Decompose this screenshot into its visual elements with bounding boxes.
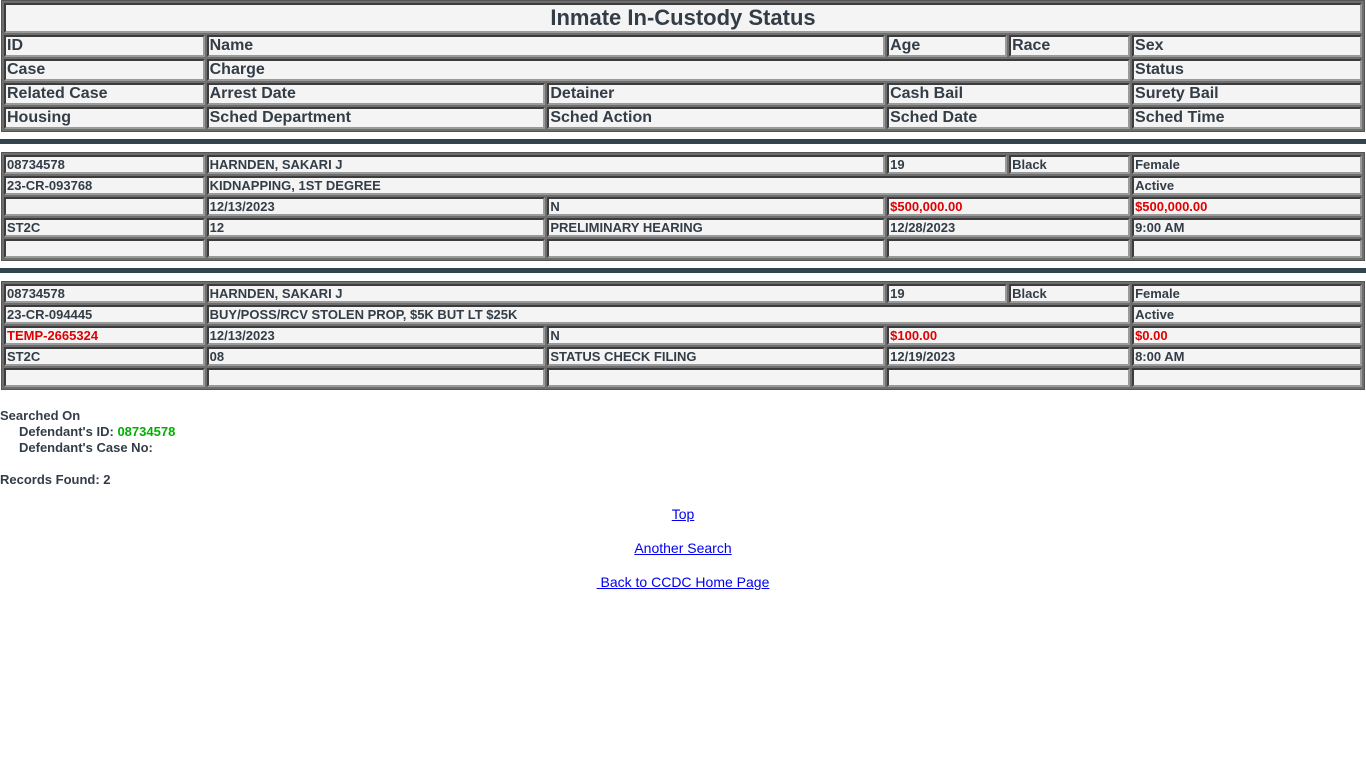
header-table: Inmate In-Custody Status ID Name Age Rac… bbox=[1, 0, 1365, 132]
cell-arrest-date: 12/13/2023 bbox=[206, 197, 546, 216]
records-container: 08734578 HARNDEN, SAKARI J 19 Black Female 23… bbox=[0, 139, 1366, 390]
cell-cash-bail: $100.00 bbox=[887, 326, 1131, 345]
header-surety-bail: Surety Bail bbox=[1132, 83, 1362, 105]
cell-charge: BUY/POSS/RCV STOLEN PROP, $5K BUT LT $25… bbox=[206, 305, 1131, 324]
cell-id: 08734578 bbox=[4, 284, 205, 303]
table-row: ST2C 12 PRELIMINARY HEARING 12/28/2023 9:00 … bbox=[4, 218, 1362, 237]
empty-cell bbox=[547, 368, 886, 387]
cell-related-case bbox=[4, 197, 205, 216]
header-age: Age bbox=[887, 35, 1008, 57]
home-link[interactable]: Back to CCDC Home Page bbox=[597, 574, 770, 590]
cell-sched-department: 08 bbox=[206, 347, 546, 366]
cell-housing: ST2C bbox=[4, 347, 205, 366]
header-sched-time: Sched Time bbox=[1132, 107, 1362, 129]
record-table: 08734578 HARNDEN, SAKARI J 19 Black Female 23… bbox=[1, 152, 1365, 261]
header-status: Status bbox=[1132, 59, 1362, 81]
header-name: Name bbox=[206, 35, 886, 57]
header-sched-date: Sched Date bbox=[887, 107, 1131, 129]
page-title: Inmate In-Custody Status bbox=[4, 3, 1362, 33]
empty-cell bbox=[887, 368, 1131, 387]
cell-race: Black bbox=[1009, 284, 1131, 303]
cell-related-case: TEMP-2665324 bbox=[4, 326, 205, 345]
empty-cell bbox=[1132, 368, 1362, 387]
cell-charge: KIDNAPPING, 1ST DEGREE bbox=[206, 176, 1131, 195]
table-row: 23-CR-093768 KIDNAPPING, 1ST DEGREE Active bbox=[4, 176, 1362, 195]
cell-id: 08734578 bbox=[4, 155, 205, 174]
case-no-line: Defendant's Case No: bbox=[0, 440, 1366, 456]
empty-cell bbox=[547, 239, 886, 258]
record-separator bbox=[0, 139, 1366, 144]
cell-age: 19 bbox=[887, 284, 1008, 303]
cell-name: HARNDEN, SAKARI J bbox=[206, 284, 886, 303]
cell-arrest-date: 12/13/2023 bbox=[206, 326, 546, 345]
table-row bbox=[4, 368, 1362, 387]
cell-sched-time: 8:00 AM bbox=[1132, 347, 1362, 366]
cell-surety-bail: $500,000.00 bbox=[1132, 197, 1362, 216]
cell-case: 23-CR-093768 bbox=[4, 176, 205, 195]
header-related-case: Related Case bbox=[4, 83, 205, 105]
cell-housing: ST2C bbox=[4, 218, 205, 237]
defendant-id-line: Defendant's ID: 08734578 bbox=[0, 424, 1366, 440]
record-table: 08734578 HARNDEN, SAKARI J 19 Black Female 23… bbox=[1, 281, 1365, 390]
empty-cell bbox=[4, 239, 205, 258]
cell-sex: Female bbox=[1132, 155, 1362, 174]
header-id: ID bbox=[4, 35, 205, 57]
table-row: ST2C 08 STATUS CHECK FILING 12/19/2023 8:00 … bbox=[4, 347, 1362, 366]
empty-cell bbox=[4, 368, 205, 387]
empty-cell bbox=[206, 368, 546, 387]
empty-cell bbox=[206, 239, 546, 258]
cell-age: 19 bbox=[887, 155, 1008, 174]
cell-sex: Female bbox=[1132, 284, 1362, 303]
search-summary: Searched On Defendant's ID: 08734578 Def… bbox=[0, 408, 1366, 488]
table-row: 12/13/2023 N $500,000.00 $500,000.00 bbox=[4, 197, 1362, 216]
empty-cell bbox=[1132, 239, 1362, 258]
cell-status: Active bbox=[1132, 305, 1362, 324]
header-detainer: Detainer bbox=[547, 83, 886, 105]
cell-sched-time: 9:00 AM bbox=[1132, 218, 1362, 237]
cell-name: HARNDEN, SAKARI J bbox=[206, 155, 886, 174]
case-no-label: Defendant's Case No: bbox=[19, 440, 153, 455]
footer-links: Top Another Search Back to CCDC Home Pag… bbox=[0, 488, 1366, 590]
header-arrest-date: Arrest Date bbox=[206, 83, 546, 105]
table-row bbox=[4, 239, 1362, 258]
header-sched-action: Sched Action bbox=[547, 107, 886, 129]
header-sched-department: Sched Department bbox=[206, 107, 546, 129]
cell-sched-action: STATUS CHECK FILING bbox=[547, 347, 886, 366]
cell-sched-department: 12 bbox=[206, 218, 546, 237]
cell-detainer: N bbox=[547, 326, 886, 345]
header-race: Race bbox=[1009, 35, 1131, 57]
empty-cell bbox=[887, 239, 1131, 258]
cell-sched-date: 12/28/2023 bbox=[887, 218, 1131, 237]
cell-surety-bail: $0.00 bbox=[1132, 326, 1362, 345]
table-row: 08734578 HARNDEN, SAKARI J 19 Black Female bbox=[4, 284, 1362, 303]
header-case: Case bbox=[4, 59, 205, 81]
header-sex: Sex bbox=[1132, 35, 1362, 57]
header-housing: Housing bbox=[4, 107, 205, 129]
defendant-id-label: Defendant's ID: bbox=[19, 424, 114, 439]
table-row: 08734578 HARNDEN, SAKARI J 19 Black Female bbox=[4, 155, 1362, 174]
top-link[interactable]: Top bbox=[672, 506, 695, 522]
cell-cash-bail: $500,000.00 bbox=[887, 197, 1131, 216]
defendant-id-value: 08734578 bbox=[117, 424, 176, 439]
header-charge: Charge bbox=[206, 59, 1131, 81]
cell-detainer: N bbox=[547, 197, 886, 216]
cell-sched-action: PRELIMINARY HEARING bbox=[547, 218, 886, 237]
another-search-link[interactable]: Another Search bbox=[634, 540, 731, 556]
searched-on-label: Searched On bbox=[0, 408, 81, 423]
header-cash-bail: Cash Bail bbox=[887, 83, 1131, 105]
cell-sched-date: 12/19/2023 bbox=[887, 347, 1131, 366]
cell-status: Active bbox=[1132, 176, 1362, 195]
table-row: 23-CR-094445 BUY/POSS/RCV STOLEN PROP, $5… bbox=[4, 305, 1362, 324]
cell-race: Black bbox=[1009, 155, 1131, 174]
records-found: Records Found: 2 bbox=[0, 472, 111, 487]
table-row: TEMP-2665324 12/13/2023 N $100.00 $0.00 bbox=[4, 326, 1362, 345]
record-separator bbox=[0, 268, 1366, 273]
cell-case: 23-CR-094445 bbox=[4, 305, 205, 324]
